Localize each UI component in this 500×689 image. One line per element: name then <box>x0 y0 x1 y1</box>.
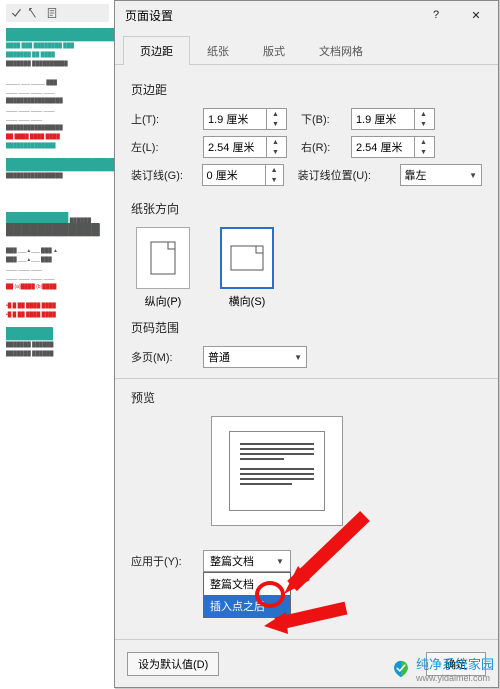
label-bottom: 下(B): <box>301 111 351 127</box>
close-button[interactable]: ✕ <box>456 2 496 28</box>
spinner-top[interactable]: ▲▼ <box>203 108 287 130</box>
label-left: 左(L): <box>131 139 203 155</box>
help-button[interactable]: ? <box>416 2 456 28</box>
input-top[interactable] <box>204 113 266 125</box>
orientation-portrait-label: 纵向(P) <box>131 293 195 309</box>
watermark-brand: 纯净系统家园 <box>416 654 494 673</box>
input-gutter[interactable] <box>203 169 265 181</box>
tab-strip: 页边距 纸张 版式 文档网格 <box>115 29 498 65</box>
watermark-logo-icon <box>391 659 411 679</box>
select-multipage[interactable]: 普通▼ <box>203 346 307 368</box>
label-right: 右(R): <box>301 139 351 155</box>
orientation-portrait[interactable]: 纵向(P) <box>131 227 195 309</box>
select-gutter-pos[interactable]: 靠左▼ <box>400 164 483 186</box>
spinner-gutter[interactable]: ▲▼ <box>202 164 284 186</box>
background-document: ████████████████ ████ ███ ████████ ███ █… <box>0 0 115 689</box>
input-right[interactable] <box>352 141 414 153</box>
section-orientation: 纸张方向 <box>131 200 482 217</box>
annotation-arrow-2 <box>258 598 348 634</box>
titlebar: 页面设置 ? ✕ <box>115 1 498 29</box>
tab-layout[interactable]: 版式 <box>246 36 302 65</box>
orientation-landscape-label: 横向(S) <box>215 293 279 309</box>
chevron-down-icon: ▼ <box>469 171 477 180</box>
spinner-right[interactable]: ▲▼ <box>351 136 435 158</box>
annotation-arrow-1 <box>280 508 370 598</box>
spin-up-icon[interactable]: ▲ <box>267 109 284 119</box>
label-gutter-pos: 装订线位置(U): <box>298 167 400 183</box>
spinner-left[interactable]: ▲▼ <box>203 136 287 158</box>
section-pages: 页码范围 <box>131 319 482 336</box>
preview-page-icon <box>229 431 325 511</box>
tab-paper[interactable]: 纸张 <box>190 36 246 65</box>
chevron-down-icon: ▼ <box>294 353 302 362</box>
tab-grid[interactable]: 文档网格 <box>302 36 380 65</box>
orientation-landscape[interactable]: 横向(S) <box>215 227 279 309</box>
label-apply-to: 应用于(Y): <box>131 553 203 569</box>
watermark-url: www.yidaimei.com <box>416 673 494 683</box>
section-margins: 页边距 <box>131 81 482 98</box>
label-top: 上(T): <box>131 111 203 127</box>
label-multipage: 多页(M): <box>131 349 203 365</box>
set-default-button[interactable]: 设为默认值(D) <box>127 652 219 676</box>
spinner-bottom[interactable]: ▲▼ <box>351 108 435 130</box>
dialog-title: 页面设置 <box>125 7 416 24</box>
tab-margins[interactable]: 页边距 <box>123 36 190 65</box>
input-bottom[interactable] <box>352 113 414 125</box>
select-apply-to-value: 整篇文档 <box>210 553 254 569</box>
spin-down-icon[interactable]: ▼ <box>267 119 284 129</box>
section-preview: 预览 <box>131 389 482 406</box>
input-left[interactable] <box>204 141 266 153</box>
watermark: 纯净系统家园 www.yidaimei.com <box>391 654 494 683</box>
select-apply-to[interactable]: 整篇文档 ▼ <box>203 550 291 572</box>
separator <box>115 378 498 379</box>
label-gutter: 装订线(G): <box>131 167 202 183</box>
